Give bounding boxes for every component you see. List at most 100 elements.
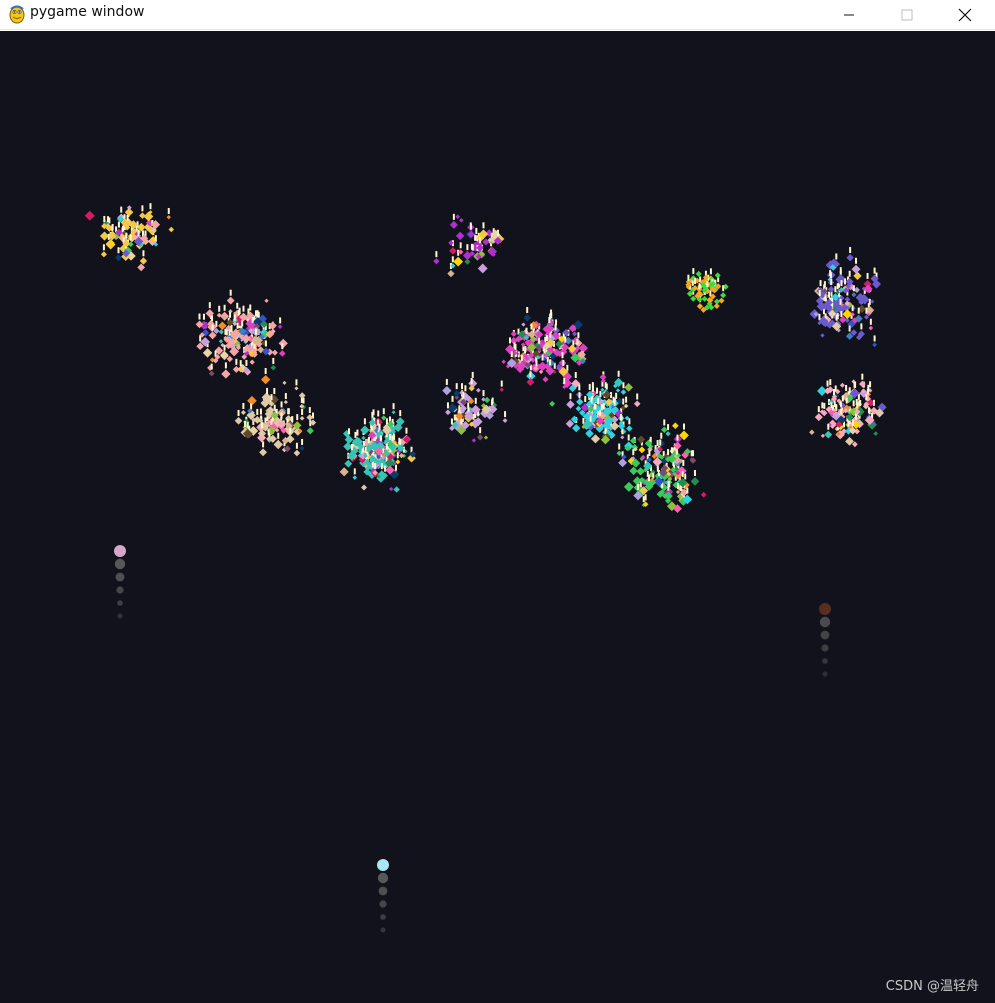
spark-particle xyxy=(360,418,370,435)
spark-particle xyxy=(99,231,110,241)
spark-particle xyxy=(277,317,283,330)
spark-particle xyxy=(455,231,465,241)
spark-particle xyxy=(851,257,861,274)
spark-particle xyxy=(637,435,646,444)
spark-particle xyxy=(714,272,721,279)
spark-particle xyxy=(442,378,452,396)
spark-particle xyxy=(483,435,489,440)
spark-particle xyxy=(271,349,278,356)
spark-particle xyxy=(393,486,400,493)
spark-particle xyxy=(259,441,268,457)
spark-particle xyxy=(853,271,862,280)
spark-particle xyxy=(283,393,288,405)
spark-particle xyxy=(462,244,472,260)
spark-particle xyxy=(476,387,481,393)
spark-particle xyxy=(870,299,875,304)
spark-particle xyxy=(616,443,622,456)
spark-particle xyxy=(273,432,283,450)
spark-particle xyxy=(453,383,461,398)
window-title: pygame window xyxy=(30,4,145,20)
spark-particle xyxy=(270,357,277,371)
spark-particle xyxy=(216,305,222,318)
maximize-button[interactable] xyxy=(878,0,936,30)
spark-particle xyxy=(549,400,556,407)
close-button[interactable] xyxy=(936,0,994,30)
spark-particle xyxy=(299,438,305,451)
spark-particle xyxy=(690,469,700,486)
spark-particle xyxy=(234,409,243,425)
watermark-text: CSDN @温轻舟 xyxy=(885,979,979,994)
spark-particle xyxy=(455,214,461,220)
spark-particle xyxy=(820,433,825,438)
rising-rocket xyxy=(819,603,831,677)
spark-particle xyxy=(240,402,246,416)
spark-particle xyxy=(218,339,224,344)
spark-particle xyxy=(391,403,396,415)
spark-particle xyxy=(218,329,224,335)
spark-particle xyxy=(713,303,720,310)
spark-particle xyxy=(282,380,287,385)
spark-particle xyxy=(381,408,387,421)
spark-particle xyxy=(226,289,235,305)
title-bar[interactable]: pygame window xyxy=(0,0,995,30)
spark-particle xyxy=(166,207,171,220)
spark-particle xyxy=(137,263,146,272)
spark-particle xyxy=(526,371,535,387)
spark-particle xyxy=(845,270,854,286)
spark-particle xyxy=(820,333,825,338)
spark-particle xyxy=(168,226,175,233)
spark-particle xyxy=(84,210,95,221)
spark-particle xyxy=(143,211,154,222)
spark-particle xyxy=(624,383,633,392)
spark-particle xyxy=(542,376,549,383)
rising-rocket xyxy=(377,859,389,933)
spark-particle xyxy=(124,207,134,217)
spark-particle xyxy=(226,311,234,327)
spark-particle xyxy=(139,250,148,265)
spark-particle xyxy=(218,321,227,331)
spark-particle xyxy=(501,359,506,364)
spark-particle xyxy=(477,427,484,441)
spark-particle xyxy=(361,484,368,491)
spark-particle xyxy=(523,306,531,322)
spark-particle xyxy=(590,434,601,444)
spark-particle xyxy=(873,431,879,436)
spark-particle xyxy=(433,251,440,265)
spark-particle xyxy=(352,468,358,480)
close-icon xyxy=(958,8,972,22)
spark-particle xyxy=(510,330,517,337)
spark-particle xyxy=(636,467,645,476)
spark-particle xyxy=(293,442,301,457)
spark-particle xyxy=(468,371,478,388)
spark-particle xyxy=(261,368,271,385)
spark-particle xyxy=(660,419,668,434)
spark-particle xyxy=(623,481,634,492)
spark-particle xyxy=(827,278,835,293)
spark-particle xyxy=(872,335,877,348)
spark-particle xyxy=(629,466,638,476)
spark-particle xyxy=(221,362,231,379)
spark-particle xyxy=(575,405,582,412)
spark-particle xyxy=(339,467,349,477)
spark-particle xyxy=(299,408,305,421)
spark-particle xyxy=(100,244,107,258)
spark-particle xyxy=(846,247,854,262)
spark-particle xyxy=(395,410,405,427)
fireworks-layer xyxy=(84,203,887,933)
game-canvas[interactable]: CSDN @温轻舟 xyxy=(0,31,995,1003)
spark-particle xyxy=(718,297,725,304)
minimize-icon xyxy=(844,14,854,16)
minimize-button[interactable] xyxy=(820,0,878,30)
spark-particle xyxy=(502,411,508,423)
spark-particle xyxy=(294,379,299,391)
spark-particle xyxy=(477,263,488,274)
spark-particle xyxy=(599,373,607,381)
spark-particle xyxy=(868,318,874,331)
spark-particle xyxy=(672,422,679,430)
maximize-icon xyxy=(901,9,913,21)
spark-particle xyxy=(615,388,621,393)
rising-rocket xyxy=(114,545,126,619)
spark-particle xyxy=(483,396,491,404)
spark-particle xyxy=(249,359,255,365)
spark-particle xyxy=(631,449,636,461)
